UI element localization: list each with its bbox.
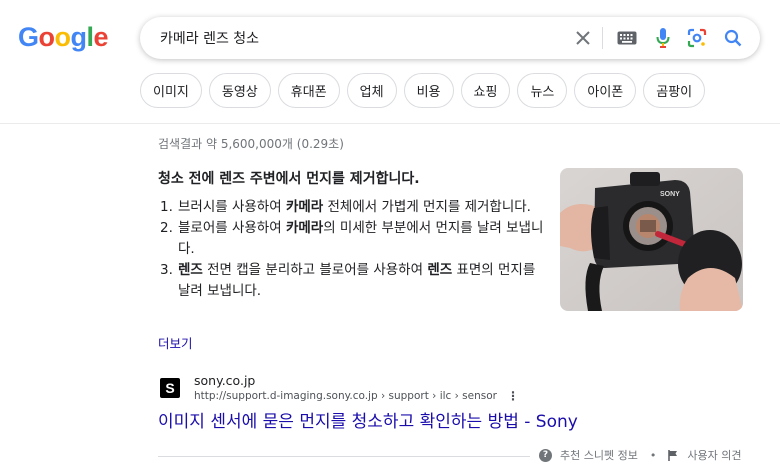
help-icon[interactable]: ?: [539, 448, 552, 462]
step-number: 1.: [160, 199, 173, 215]
logo-letter: e: [93, 22, 109, 52]
search-input[interactable]: 카메라 렌즈 청소: [160, 28, 259, 48]
step-text-part: 블로어를 사용하여: [178, 220, 286, 236]
step-text-part: 전면 캡을 분리하고 블로어를 사용하여: [202, 262, 428, 278]
logo-letter: l: [86, 22, 95, 52]
list-item: 3. 렌즈 전면 캡을 분리하고 블로어를 사용하여 렌즈 표면의 먼지를 날려…: [160, 260, 545, 302]
feedback-flag-icon[interactable]: [668, 449, 678, 461]
more-link[interactable]: 더보기: [158, 333, 193, 352]
step-text-part: 브러시를 사용하여: [178, 199, 286, 215]
bullet-separator: •: [649, 448, 657, 462]
chip-shopping[interactable]: 쇼핑: [460, 73, 511, 108]
sony-favicon-icon: S: [160, 378, 180, 398]
logo-letter: o: [38, 22, 56, 52]
divider: [602, 27, 603, 49]
step-text: 렌즈 전면 캡을 분리하고 블로어를 사용하여 렌즈 표면의 먼지를 날려 보냅…: [178, 260, 545, 302]
site-info: sony.co.jp http://support.d-imaging.sony…: [194, 372, 519, 404]
list-item: 1. 브러시를 사용하여 카메라 전체에서 가볍게 먼지를 제거합니다.: [160, 197, 545, 218]
chip-iphone[interactable]: 아이폰: [574, 73, 637, 108]
step-text-part: 전체에서 가볍게 먼지를 제거합니다.: [323, 199, 531, 215]
step-text: 브러시를 사용하여 카메라 전체에서 가볍게 먼지를 제거합니다.: [178, 197, 545, 218]
step-text: 블로어를 사용하여 카메라의 미세한 부분에서 먼지를 날려 보냅니다.: [178, 218, 545, 260]
chip-news[interactable]: 뉴스: [517, 73, 568, 108]
search-box[interactable]: 카메라 렌즈 청소: [140, 17, 760, 59]
chip-images[interactable]: 이미지: [140, 73, 202, 108]
logo-letter: o: [54, 22, 72, 52]
camera-brand-text: SONY: [660, 191, 680, 198]
list-item: 2. 블로어를 사용하여 카메라의 미세한 부분에서 먼지를 날려 보냅니다.: [160, 218, 545, 260]
chip-videos[interactable]: 동영상: [208, 73, 271, 108]
chip-phone[interactable]: 휴대폰: [277, 73, 340, 108]
divider: [158, 456, 530, 457]
highlighted-term: 렌즈: [178, 262, 203, 278]
google-lens-icon[interactable]: [686, 27, 708, 49]
logo-letter: G: [18, 22, 39, 52]
feedback-link[interactable]: 사용자 의견: [687, 447, 741, 463]
close-icon[interactable]: [572, 27, 594, 49]
site-url[interactable]: http://support.d-imaging.sony.co.jp › su…: [194, 389, 497, 404]
site-name[interactable]: sony.co.jp: [194, 372, 518, 389]
site-url-row: http://support.d-imaging.sony.co.jp › su…: [194, 389, 519, 404]
step-number: 2.: [160, 220, 173, 236]
google-logo[interactable]: Google: [18, 22, 109, 53]
highlighted-term: 렌즈: [427, 262, 453, 278]
featured-snippet-steps: 1. 브러시를 사용하여 카메라 전체에서 가볍게 먼지를 제거합니다. 2. …: [160, 197, 545, 302]
logo-letter: g: [70, 22, 88, 52]
header: Google 카메라 렌즈 청소 이미지 동영상 휴대폰 업체 비용 쇼핑 뉴스…: [0, 0, 780, 124]
result-title-link[interactable]: 이미지 센서에 묻은 먼지를 청소하고 확인하는 방법 - Sony: [158, 407, 578, 432]
snippet-footer: ? 추천 스니펫 정보 • 사용자 의견: [539, 447, 741, 463]
featured-snippet-title: 청소 전에 렌즈 주변에서 먼지를 제거합니다.: [158, 171, 420, 187]
chip-business[interactable]: 업체: [346, 73, 397, 108]
search-icon[interactable]: [722, 27, 744, 49]
highlighted-term: 카메라: [285, 199, 324, 215]
about-snippets-link[interactable]: 추천 스니펫 정보: [560, 447, 638, 463]
step-number: 3.: [160, 262, 173, 278]
snippet-image[interactable]: SONY: [560, 168, 743, 311]
result-source[interactable]: S sony.co.jp http://support.d-imaging.so…: [160, 372, 519, 404]
more-options-icon[interactable]: ⋮: [507, 389, 519, 404]
highlighted-term: 카메라: [285, 220, 324, 236]
mic-icon[interactable]: [652, 27, 674, 49]
keyboard-icon[interactable]: [616, 27, 638, 49]
chip-mold[interactable]: 곰팡이: [643, 73, 706, 108]
filter-chips: 이미지 동영상 휴대폰 업체 비용 쇼핑 뉴스 아이폰 곰팡이: [140, 73, 706, 108]
result-stats: 검색결과 약 5,600,000개 (0.29초): [158, 137, 344, 151]
chip-cost[interactable]: 비용: [403, 73, 454, 108]
